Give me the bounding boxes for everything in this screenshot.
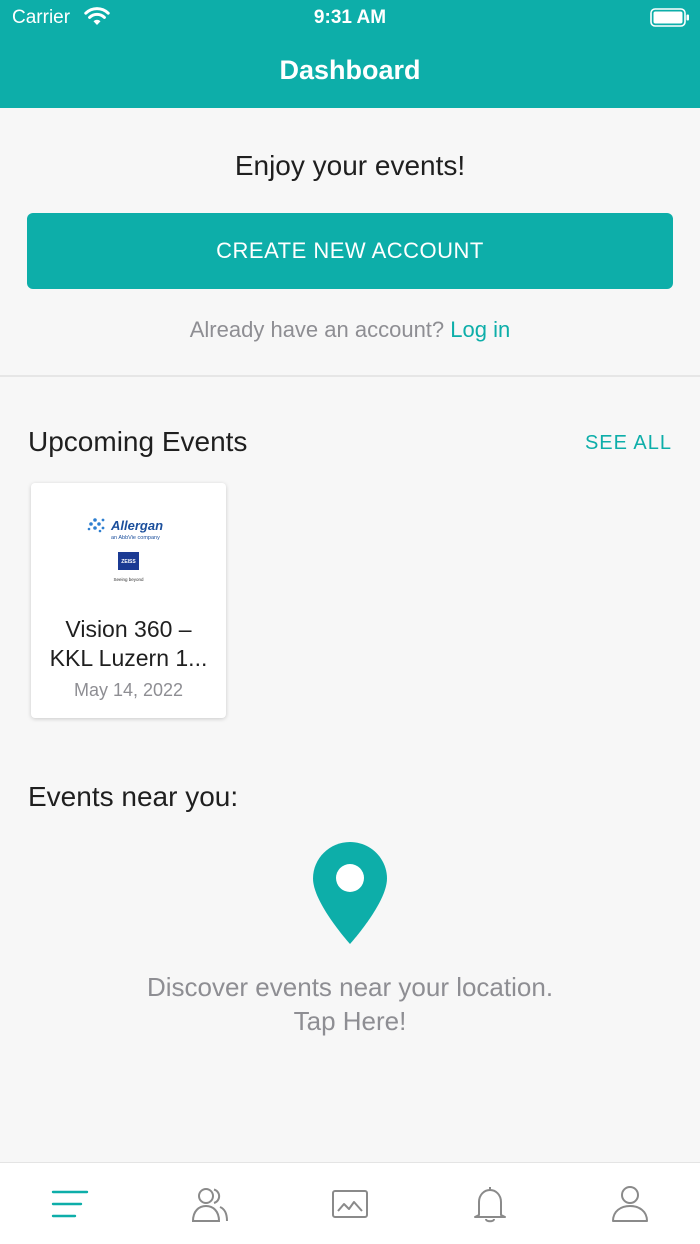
menu-icon [51,1190,89,1218]
upcoming-events-title: Upcoming Events [28,426,248,457]
tab-menu[interactable] [0,1163,140,1244]
welcome-section: Enjoy your events! CREATE NEW ACCOUNT Al… [0,108,700,377]
event-card[interactable]: Allergan an AbbVie company ZEISS Seeing … [31,483,226,718]
welcome-heading: Enjoy your events! [234,150,466,181]
discover-line-1: Discover events near your location. [146,972,554,1002]
events-near-you-title: Events near you: [28,781,239,812]
gallery-icon [332,1190,368,1218]
tab-bar [0,1162,700,1244]
login-prompt-text: Already have an account? [189,317,445,342]
login-prompt-line: Already have an account? Log in [0,317,700,343]
login-link[interactable]: Log in [450,317,510,342]
status-bar: Carrier 9:31 AM [0,0,700,36]
tab-people[interactable] [140,1163,280,1244]
see-all-link[interactable]: SEE ALL [585,432,672,455]
status-time: 9:31 AM [313,7,387,28]
create-account-button[interactable]: CREATE NEW ACCOUNT [27,213,673,289]
tab-profile[interactable] [560,1163,700,1244]
top-bar: Carrier 9:31 AM Dashboard [0,0,700,108]
discover-nearby-button[interactable]: Discover events near your location. Tap … [0,970,700,1038]
svg-text:ZEISS: ZEISS [121,559,136,565]
battery-icon [650,8,689,27]
profile-icon [612,1186,648,1222]
tab-gallery[interactable] [280,1163,420,1244]
event-logo-image: Allergan an AbbVie company ZEISS Seeing … [87,518,163,582]
tab-notifications[interactable] [420,1163,560,1244]
people-icon [191,1188,228,1222]
event-name: Vision 360 – KKL Luzern 1... [49,616,208,671]
bell-icon [474,1187,506,1223]
svg-text:Seeing beyond: Seeing beyond [113,577,144,582]
page-title: Dashboard [279,55,421,85]
svg-text:Allergan: Allergan [110,518,163,533]
event-date: May 14, 2022 [73,680,184,700]
svg-text:an AbbVie company: an AbbVie company [111,535,160,541]
discover-line-2: Tap Here! [293,1006,407,1036]
location-pin-icon[interactable] [311,840,389,946]
